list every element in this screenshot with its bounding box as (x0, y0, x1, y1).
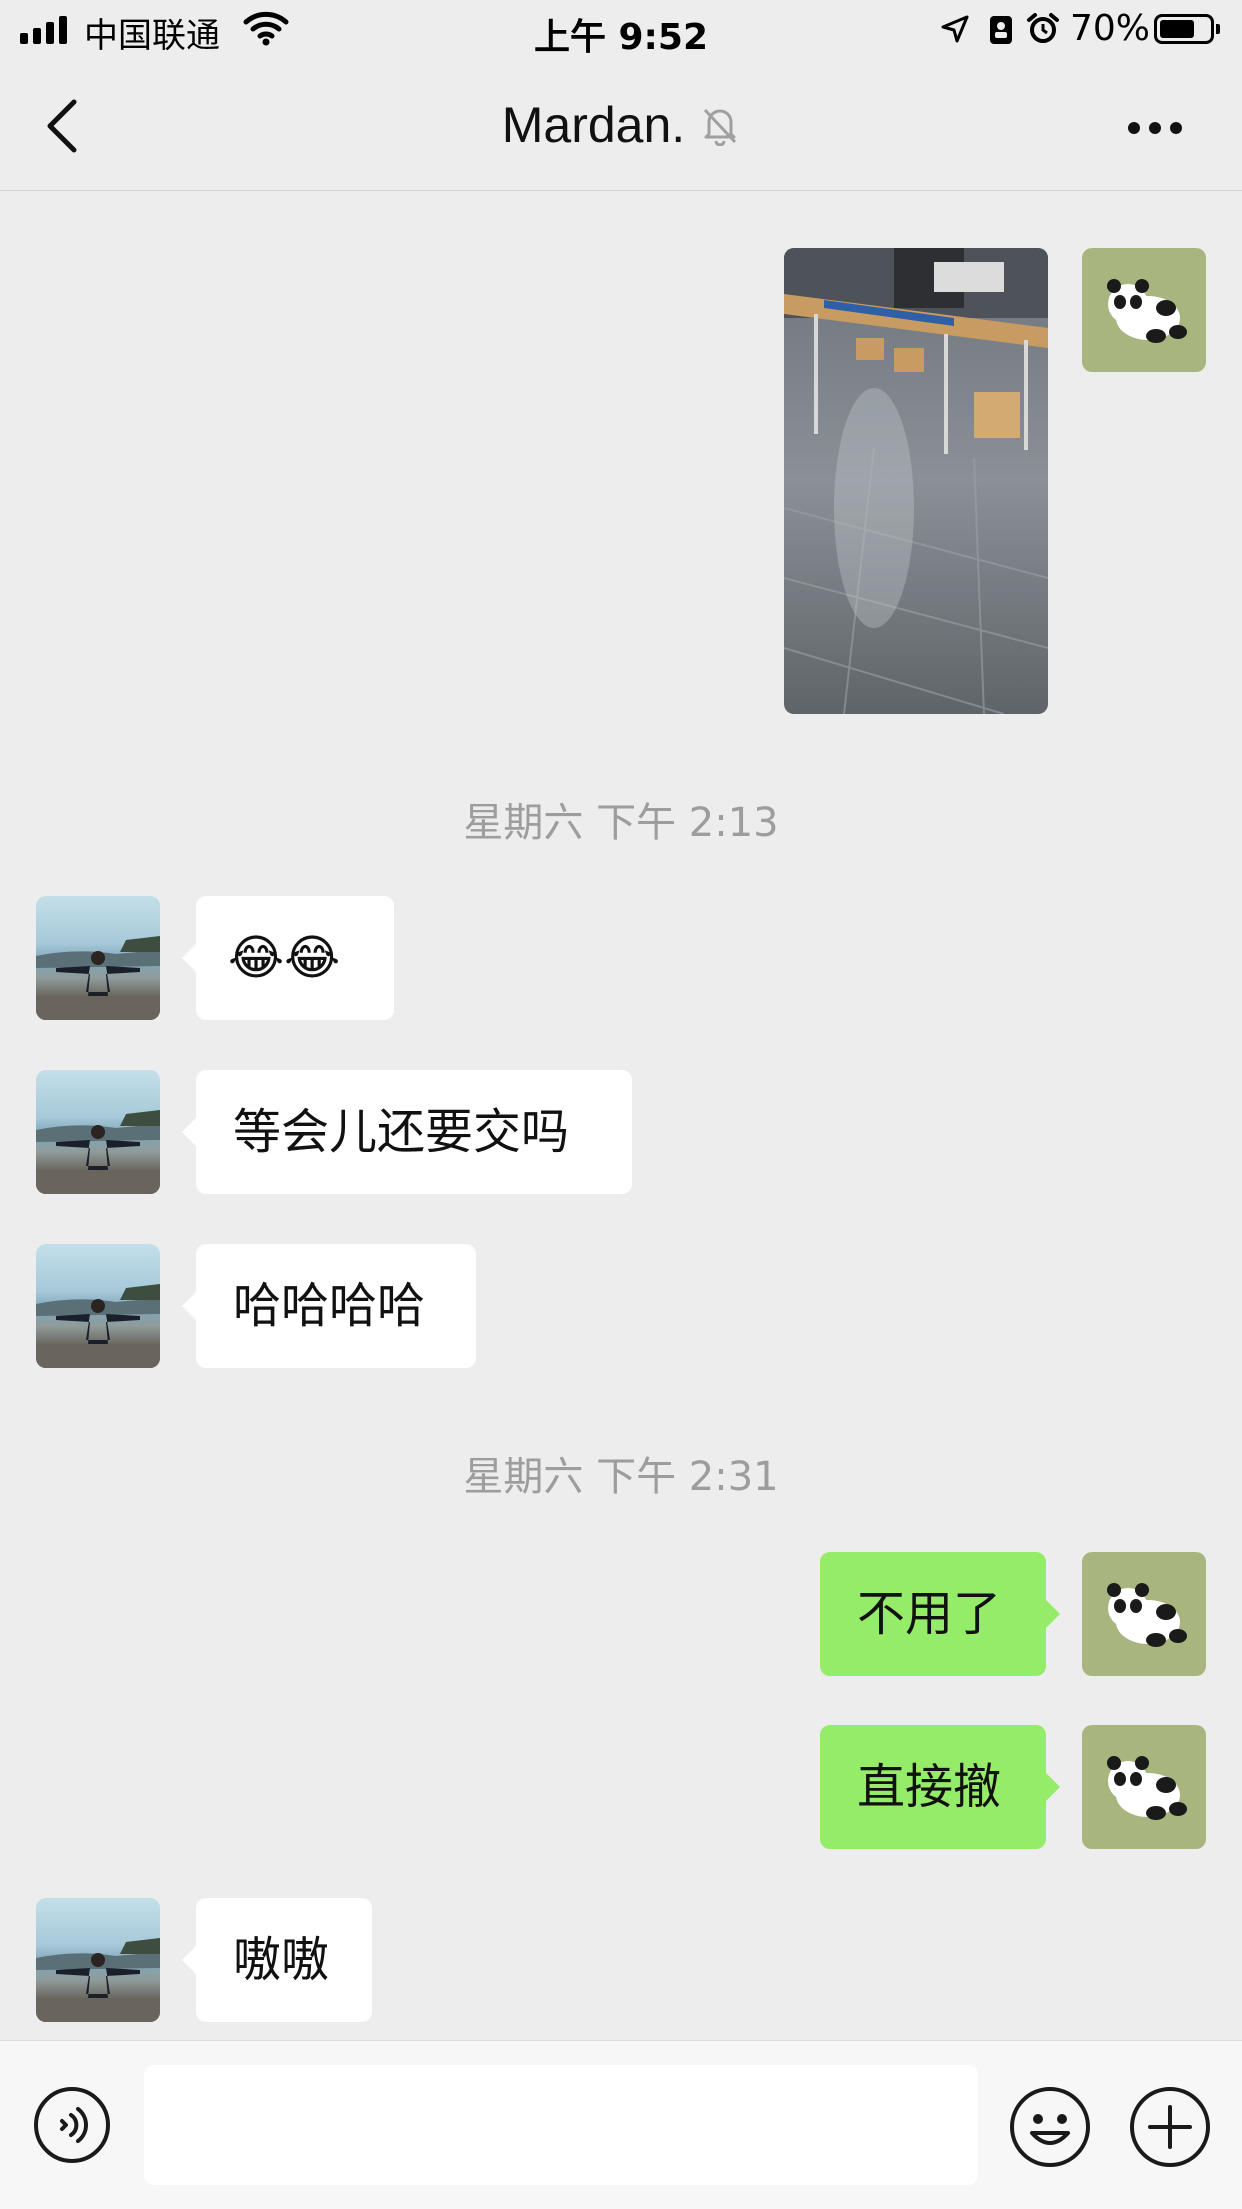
contact-avatar[interactable] (36, 1070, 160, 1194)
message-bubble-in[interactable]: 嗷嗷 (182, 1898, 372, 2022)
input-bar (0, 2040, 1242, 2209)
contact-avatar[interactable] (36, 1898, 160, 2022)
photo-hallway-table (784, 248, 1048, 714)
chat-title-wrap: Mardan. (0, 96, 1242, 154)
message-bubble-in[interactable]: 😂😂 (182, 896, 394, 1020)
message-input[interactable] (144, 2065, 978, 2185)
location-icon (941, 15, 969, 43)
message-bubble-in[interactable]: 哈哈哈哈 (182, 1244, 476, 1368)
person-icon (36, 1938, 160, 2022)
person-icon (36, 936, 160, 1020)
plus-icon[interactable] (1128, 2085, 1212, 2169)
message-bubble-out[interactable]: 直接撤 (820, 1725, 1060, 1849)
more-icon[interactable] (1128, 116, 1188, 140)
emoji-icon[interactable] (1008, 2085, 1092, 2169)
timestamp: 星期六 下午 2:31 (463, 1454, 779, 1500)
message-bubble-out[interactable]: 不用了 (820, 1552, 1060, 1676)
panda-icon (1107, 1756, 1187, 1820)
chat-title[interactable]: Mardan. (502, 97, 685, 153)
person-icon (36, 1110, 160, 1194)
my-avatar[interactable] (1082, 1725, 1206, 1849)
image-message[interactable] (784, 248, 1048, 714)
person-icon (36, 1284, 160, 1368)
contact-avatar[interactable] (36, 896, 160, 1020)
timestamp: 星期六 下午 2:13 (463, 800, 779, 846)
panda-icon (1107, 1583, 1187, 1647)
chat-header: Mardan. (0, 62, 1242, 191)
portrait-lock-icon (990, 16, 1012, 44)
battery-percent: 70% (1070, 8, 1151, 49)
voice-icon[interactable] (32, 2085, 112, 2165)
my-avatar[interactable] (1082, 248, 1206, 372)
my-avatar[interactable] (1082, 1552, 1206, 1676)
battery-icon (1154, 14, 1214, 44)
alarm-icon (1027, 13, 1059, 43)
message-bubble-in[interactable]: 等会儿还要交吗 (182, 1070, 632, 1194)
bell-muted-icon (704, 108, 737, 146)
battery-tip (1216, 24, 1220, 34)
contact-avatar[interactable] (36, 1244, 160, 1368)
panda-icon (1107, 279, 1187, 343)
status-bar: 中国联通 上午 9:52 70% (0, 0, 1242, 62)
